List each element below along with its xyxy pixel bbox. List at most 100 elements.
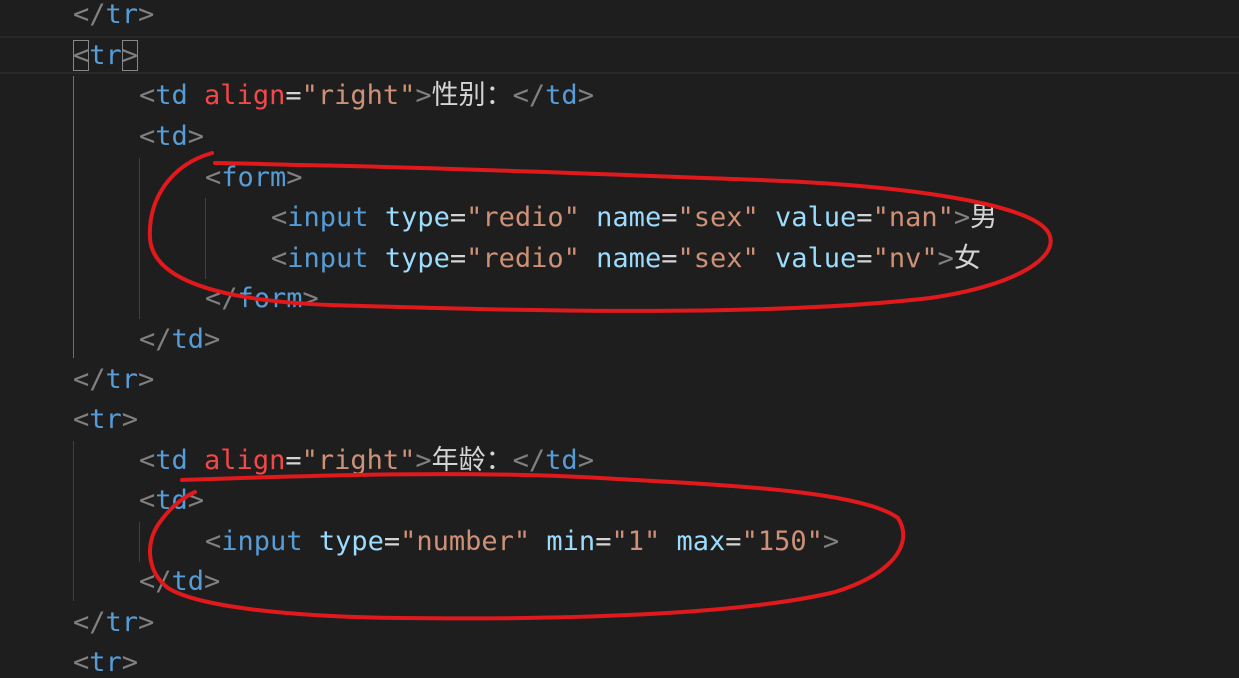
code-line[interactable]: <input type="redio" name="sex" value="nv…: [271, 239, 981, 279]
code-token: =: [661, 243, 678, 274]
code-token: td: [171, 566, 205, 597]
code-line[interactable]: <td>: [139, 481, 204, 521]
code-token: min: [546, 526, 596, 557]
code-token: =: [449, 202, 467, 233]
code-line[interactable]: </tr>: [73, 0, 154, 35]
code-token: input: [287, 202, 369, 233]
indent-guide: [139, 522, 140, 562]
code-token: align: [204, 445, 286, 476]
code-token: td: [155, 80, 188, 111]
code-token: =: [725, 526, 742, 557]
code-token: =: [856, 243, 873, 274]
code-line[interactable]: <tr>: [73, 36, 139, 76]
code-token: form: [221, 162, 287, 193]
code-line[interactable]: </td>: [139, 562, 220, 602]
code-token: >: [415, 80, 432, 111]
code-token: </: [205, 283, 238, 314]
code-line[interactable]: <td align="right">年龄：</td>: [139, 441, 594, 481]
code-token: >: [953, 202, 971, 233]
code-token: form: [237, 283, 303, 314]
code-token: "1": [611, 526, 661, 557]
code-token: >: [286, 162, 303, 193]
code-line[interactable]: <tr>: [73, 643, 138, 678]
code-token: td: [155, 445, 188, 476]
code-token: >: [121, 40, 139, 71]
code-token: name: [596, 243, 662, 274]
code-token: tr: [105, 364, 139, 395]
code-token: "150": [741, 526, 823, 557]
code-token: max: [676, 526, 726, 557]
indent-guide: [73, 441, 74, 601]
code-line[interactable]: <input type="number" min="1" max="150">: [205, 522, 839, 562]
code-token: "sex": [677, 202, 759, 233]
code-token: </: [512, 80, 546, 111]
code-token: tr: [105, 607, 139, 638]
code-token: =: [285, 445, 302, 476]
code-token: "sex": [677, 243, 759, 274]
code-token: =: [383, 526, 401, 557]
code-token: type: [384, 243, 450, 274]
indent-guide: [139, 158, 140, 319]
code-line[interactable]: <tr>: [73, 400, 138, 440]
code-token: >: [204, 566, 221, 597]
code-token: tr: [105, 0, 139, 30]
code-token: >: [138, 0, 155, 30]
code-token: =: [856, 202, 873, 233]
code-token: align: [204, 80, 286, 111]
code-token: >: [302, 283, 319, 314]
code-token: "right": [301, 80, 416, 111]
code-token: </: [512, 445, 546, 476]
code-line[interactable]: </tr>: [73, 360, 154, 400]
code-line[interactable]: <input type="redio" name="sex" value="na…: [271, 198, 997, 238]
code-line[interactable]: <td>: [139, 117, 204, 157]
code-token: </: [73, 607, 106, 638]
code-token: "number": [400, 526, 531, 557]
code-token: >: [577, 80, 594, 111]
code-token: 女: [953, 243, 981, 274]
code-token: tr: [89, 40, 122, 71]
code-editor[interactable]: </tr> <tr> <td align="right">性别：</td> <td> <…: [0, 0, 1239, 678]
code-token: <: [271, 202, 288, 233]
code-token: </: [139, 324, 172, 355]
code-line[interactable]: <form>: [205, 158, 303, 198]
code-token: =: [449, 243, 467, 274]
current-line-highlight: [0, 36, 1239, 74]
code-token: >: [822, 526, 840, 557]
code-token: <: [205, 162, 222, 193]
code-token: =: [285, 80, 302, 111]
code-token: >: [138, 364, 155, 395]
code-token: value: [775, 202, 857, 233]
code-token: <: [139, 80, 156, 111]
code-token: <: [271, 243, 288, 274]
code-token: <: [139, 445, 156, 476]
code-token: input: [221, 526, 303, 557]
code-token: =: [595, 526, 612, 557]
code-line[interactable]: </tr>: [73, 603, 154, 643]
code-token: <: [73, 647, 90, 678]
code-token: "nan": [872, 202, 954, 233]
code-token: "redio": [466, 243, 580, 274]
code-token: >: [121, 647, 139, 678]
indent-guide: [205, 198, 206, 279]
code-token: td: [171, 324, 205, 355]
code-token: <: [73, 404, 90, 435]
code-token: >: [415, 445, 432, 476]
code-token: tr: [89, 404, 122, 435]
code-token: td: [155, 121, 188, 152]
code-line[interactable]: <td align="right">性别：</td>: [139, 76, 594, 116]
code-token: type: [318, 526, 384, 557]
code-token: "redio": [466, 202, 580, 233]
code-token: >: [138, 607, 155, 638]
code-line[interactable]: </form>: [205, 279, 319, 319]
code-token: >: [577, 445, 594, 476]
code-token: 男: [970, 202, 998, 233]
code-line[interactable]: </td>: [139, 320, 220, 360]
